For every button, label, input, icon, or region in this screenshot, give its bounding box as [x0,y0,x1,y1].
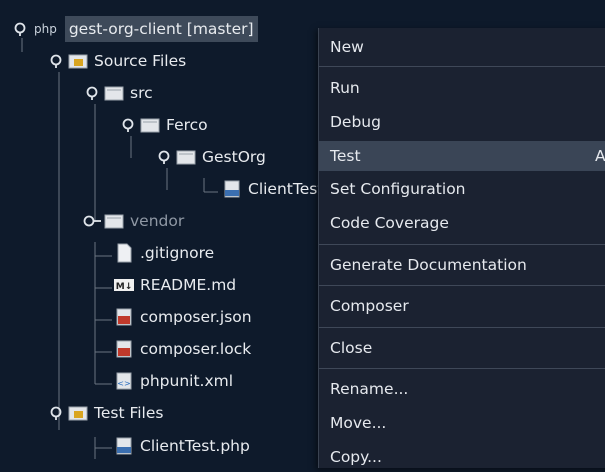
menu-item-label: Debug [330,113,381,131]
tree-item-label: ClientTest.php [140,437,250,455]
source-folder-icon [68,52,88,70]
menu-separator [319,285,605,286]
tree-item-label: src [130,84,153,102]
svg-text:M↓: M↓ [116,282,133,292]
menu-item-label: Move... [330,414,387,432]
tree-item-composer-json[interactable]: composer.json [114,304,252,330]
tree-item-source-files[interactable]: Source Files [44,48,186,74]
expand-toggle-icon[interactable] [80,211,104,231]
menu-separator [319,327,605,328]
collapse-toggle-icon[interactable] [44,51,68,71]
test-folder-icon [68,404,88,422]
tree-item-ferco[interactable]: Ferco [116,112,208,138]
menu-separator [319,368,605,369]
tree-item-phpunit-xml[interactable]: <> phpunit.xml [114,368,233,394]
project-name-label: gest-org-client [master] [64,16,258,42]
menu-item-run[interactable]: Run [319,73,605,103]
menu-item-label: New [330,38,364,56]
tree-item-label: README.md [140,276,237,294]
json-file-icon [114,340,134,358]
menu-item-label: Set Configuration [330,180,466,198]
menu-item-close[interactable]: Close [319,333,605,363]
menu-item-label: Test [330,147,361,165]
tree-item-label: composer.lock [140,340,252,358]
menu-item-set-configuration[interactable]: Set Configuration [319,174,605,204]
menu-item-new[interactable]: New [319,32,605,62]
menu-item-label: Close [330,339,373,357]
folder-icon [104,212,124,230]
tree-item-gitignore[interactable]: .gitignore [114,240,214,266]
tree-item-readme[interactable]: M↓ README.md [114,272,236,298]
menu-item-label: Copy... [330,448,382,466]
tree-item-label: GestOrg [202,148,266,166]
folder-icon [104,84,124,102]
collapse-toggle-icon[interactable] [80,83,104,103]
menu-item-generate-documentation[interactable]: Generate Documentation [319,250,605,280]
menu-item-composer[interactable]: Composer [319,291,605,321]
menu-item-label: Composer [330,297,409,315]
tree-item-label: composer.json [140,308,252,326]
php-project-icon: php [34,22,57,36]
php-file-icon [114,437,134,455]
menu-item-label: Code Coverage [330,214,449,232]
text-file-icon [114,243,134,263]
tree-item-label: .gitignore [140,244,215,262]
tree-item-src[interactable]: src [80,80,153,106]
menu-item-test[interactable]: Test A [319,141,605,171]
menu-item-label: Generate Documentation [330,256,527,274]
context-menu: New Run Debug Test A Set Configuration C… [318,28,605,468]
menu-item-accelerator: A [595,147,605,165]
menu-item-rename[interactable]: Rename... [319,374,605,404]
tree-root-project[interactable]: php gest-org-client [master] [8,16,258,42]
menu-item-code-coverage[interactable]: Code Coverage [319,208,605,238]
menu-item-debug[interactable]: Debug [319,107,605,137]
project-name-text: gest-org-client [master] [68,20,254,38]
menu-separator [319,244,605,245]
tree-item-gestorg[interactable]: GestOrg [152,144,266,170]
collapse-toggle-icon[interactable] [152,147,176,167]
menu-separator [319,66,605,67]
tree-item-clienttest-tests[interactable]: ClientTest.php [114,433,250,459]
tree-item-test-files[interactable]: Test Files [44,400,163,426]
svg-text:<>: <> [117,379,130,388]
menu-item-label: Rename... [330,380,409,398]
json-file-icon [114,308,134,326]
tree-item-vendor[interactable]: vendor [80,208,184,234]
menu-item-copy[interactable]: Copy... [319,442,605,472]
menu-item-move[interactable]: Move... [319,408,605,438]
collapse-toggle-icon[interactable] [44,403,68,423]
tree-item-label: phpunit.xml [140,372,234,390]
php-file-icon [222,180,242,198]
tree-item-composer-lock[interactable]: composer.lock [114,336,251,362]
tree-item-label: vendor [130,212,185,230]
folder-icon [140,116,160,134]
collapse-toggle-icon[interactable] [116,115,140,135]
folder-icon [176,148,196,166]
tree-item-label: Test Files [94,404,164,422]
menu-item-label: Run [330,79,360,97]
tree-item-label: Ferco [166,116,208,134]
tree-item-label: Source Files [94,52,187,70]
collapse-toggle-icon[interactable] [8,19,32,39]
xml-file-icon: <> [114,372,134,390]
markdown-file-icon: M↓ [114,276,134,294]
